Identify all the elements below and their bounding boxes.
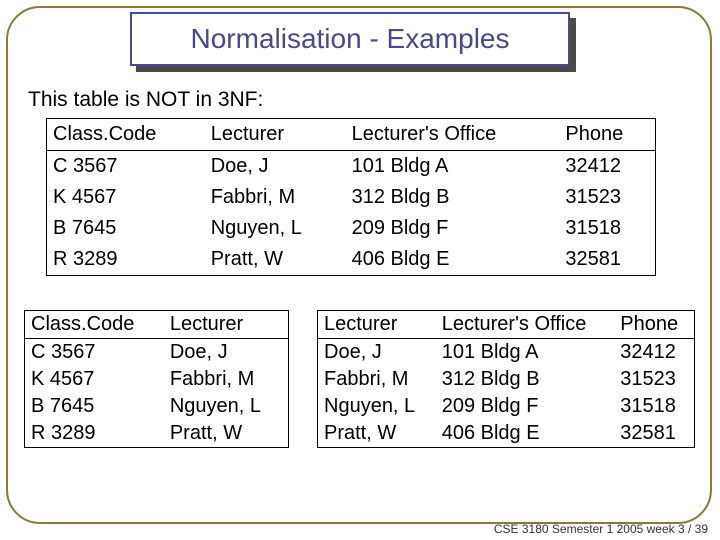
title-box: Normalisation - Examples xyxy=(130,12,570,66)
cell: 32412 xyxy=(559,151,655,183)
cell: B 7645 xyxy=(47,213,205,244)
cell: 312 Bldg B xyxy=(346,182,560,213)
cell: 32581 xyxy=(614,420,694,448)
table-header-row: Lecturer Lecturer's Office Phone xyxy=(318,311,695,339)
table-header-row: Class.Code Lecturer xyxy=(25,311,289,339)
col-header: Lecturer xyxy=(164,311,289,339)
col-header: Phone xyxy=(614,311,694,339)
cell: Pratt, W xyxy=(318,420,436,448)
cell: B 7645 xyxy=(25,393,164,420)
cell: 209 Bldg F xyxy=(346,213,560,244)
cell: 406 Bldg E xyxy=(346,244,560,276)
col-header: Lecturer's Office xyxy=(436,311,615,339)
table-row: Doe, J 101 Bldg A 32412 xyxy=(318,339,695,367)
cell: Doe, J xyxy=(164,339,289,367)
cell: R 3289 xyxy=(25,420,164,448)
table-row: R 3289 Pratt, W 406 Bldg E 32581 xyxy=(47,244,656,276)
cell: K 4567 xyxy=(25,366,164,393)
right-table: Lecturer Lecturer's Office Phone Doe, J … xyxy=(317,310,695,448)
cell: Nguyen, L xyxy=(164,393,289,420)
cell: R 3289 xyxy=(47,244,205,276)
cell: Pratt, W xyxy=(164,420,289,448)
table-header-row: Class.Code Lecturer Lecturer's Office Ph… xyxy=(47,119,656,151)
cell: 101 Bldg A xyxy=(436,339,615,367)
cell: 101 Bldg A xyxy=(346,151,560,183)
cell: 312 Bldg B xyxy=(436,366,615,393)
content-area: This table is NOT in 3NF: Class.Code Lec… xyxy=(24,86,694,276)
title-container: Normalisation - Examples xyxy=(130,12,570,66)
lower-tables: Class.Code Lecturer C 3567 Doe, J K 4567… xyxy=(24,310,704,448)
cell: Doe, J xyxy=(318,339,436,367)
cell: 406 Bldg E xyxy=(436,420,615,448)
main-table: Class.Code Lecturer Lecturer's Office Ph… xyxy=(46,118,656,276)
cell: Doe, J xyxy=(205,151,346,183)
table-row: Pratt, W 406 Bldg E 32581 xyxy=(318,420,695,448)
cell: 32581 xyxy=(559,244,655,276)
table-row: R 3289 Pratt, W xyxy=(25,420,289,448)
col-header: Phone xyxy=(559,119,655,151)
cell: 31523 xyxy=(559,182,655,213)
cell: C 3567 xyxy=(25,339,164,367)
col-header: Lecturer xyxy=(318,311,436,339)
table-row: C 3567 Doe, J xyxy=(25,339,289,367)
table-row: B 7645 Nguyen, L 209 Bldg F 31518 xyxy=(47,213,656,244)
table-row: K 4567 Fabbri, M xyxy=(25,366,289,393)
cell: 32412 xyxy=(614,339,694,367)
page-title: Normalisation - Examples xyxy=(191,23,510,55)
cell: 31523 xyxy=(614,366,694,393)
table-row: K 4567 Fabbri, M 312 Bldg B 31523 xyxy=(47,182,656,213)
intro-text: This table is NOT in 3NF: xyxy=(28,86,694,114)
col-header: Class.Code xyxy=(25,311,164,339)
cell: C 3567 xyxy=(47,151,205,183)
table-row: Fabbri, M 312 Bldg B 31523 xyxy=(318,366,695,393)
cell: Nguyen, L xyxy=(318,393,436,420)
cell: 31518 xyxy=(559,213,655,244)
col-header: Lecturer's Office xyxy=(346,119,560,151)
footer-text: CSE 3180 Semester 1 2005 week 3 / 39 xyxy=(494,522,708,536)
cell: Fabbri, M xyxy=(318,366,436,393)
cell: 31518 xyxy=(614,393,694,420)
left-table: Class.Code Lecturer C 3567 Doe, J K 4567… xyxy=(24,310,289,448)
cell: K 4567 xyxy=(47,182,205,213)
col-header: Lecturer xyxy=(205,119,346,151)
cell: Fabbri, M xyxy=(164,366,289,393)
table-row: B 7645 Nguyen, L xyxy=(25,393,289,420)
table-row: C 3567 Doe, J 101 Bldg A 32412 xyxy=(47,151,656,183)
cell: Pratt, W xyxy=(205,244,346,276)
cell: Fabbri, M xyxy=(205,182,346,213)
cell: 209 Bldg F xyxy=(436,393,615,420)
col-header: Class.Code xyxy=(47,119,205,151)
cell: Nguyen, L xyxy=(205,213,346,244)
table-row: Nguyen, L 209 Bldg F 31518 xyxy=(318,393,695,420)
